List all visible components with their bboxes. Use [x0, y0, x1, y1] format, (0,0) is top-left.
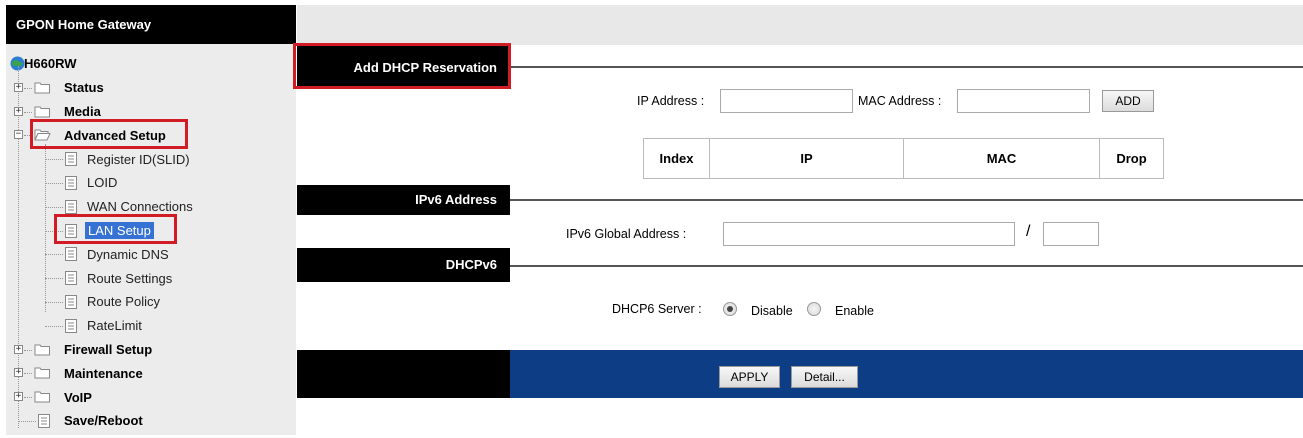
dhcp6-disable-label[interactable]: Disable [751, 304, 793, 318]
footer-bar [510, 350, 1303, 398]
add-dhcp-divider [510, 66, 1303, 68]
tree-connector [45, 254, 63, 256]
dhcp6-enable-radio[interactable] [807, 302, 821, 316]
mac-address-label: MAC Address : [858, 94, 942, 108]
footer-left [297, 350, 510, 398]
folder-icon [34, 367, 51, 379]
lan-setup-highlight [54, 214, 177, 244]
page-icon [38, 413, 50, 428]
folder-icon [34, 106, 51, 118]
sidebar-item-voip[interactable]: + VoIP [6, 385, 296, 409]
sidebar-item-label: Maintenance [64, 365, 143, 381]
advanced-setup-highlight [30, 119, 188, 149]
dhcpv6-section-title: DHCPv6 [297, 248, 510, 282]
sidebar-item-loid[interactable]: LOID [6, 171, 296, 195]
page-icon [65, 247, 77, 262]
ipv6-global-input[interactable] [723, 222, 1015, 246]
tree-connector [24, 397, 32, 399]
sidebar-item-label: Save/Reboot [64, 413, 143, 429]
col-drop: Drop [1099, 138, 1164, 179]
ip-address-input[interactable] [720, 89, 853, 113]
sidebar-item-label: Dynamic DNS [87, 246, 169, 262]
tree-connector [45, 278, 63, 280]
folder-icon [34, 344, 51, 356]
expand-icon[interactable]: + [14, 392, 23, 402]
add-dhcp-highlight [293, 43, 511, 89]
sidebar-item-route-policy[interactable]: Route Policy [6, 290, 296, 314]
ipv6-global-label: IPv6 Global Address : [566, 227, 687, 241]
col-mac: MAC [903, 138, 1100, 179]
ipv6-prefix-separator: / [1026, 223, 1031, 240]
sidebar-item-label: WAN Connections [87, 199, 193, 215]
sidebar-item-label: Media [64, 103, 101, 119]
collapse-icon[interactable]: − [14, 130, 23, 140]
sidebar-item-maintenance[interactable]: + Maintenance [6, 361, 296, 385]
detail-button[interactable]: Detail... [791, 366, 858, 388]
sidebar-item-save-reboot[interactable]: Save/Reboot [6, 409, 296, 433]
sidebar-item-ratelimit[interactable]: RateLimit [6, 314, 296, 338]
top-bar [297, 5, 1303, 45]
folder-icon [34, 391, 51, 403]
page-icon [65, 294, 77, 309]
tree-connector [45, 206, 63, 208]
dhcp6-enable-label[interactable]: Enable [835, 304, 874, 318]
tree-connector [45, 301, 63, 303]
col-index: Index [643, 138, 710, 179]
expand-icon[interactable]: + [14, 106, 23, 116]
table-header-row: Index IP MAC Drop [643, 138, 1164, 179]
tree-connector [45, 182, 63, 184]
tree-connector [24, 373, 32, 375]
dhcp6-disable-radio[interactable] [723, 302, 737, 316]
tree-connector [24, 111, 32, 113]
tree-connector [45, 325, 63, 327]
ip-address-label: IP Address : [637, 94, 705, 108]
folder-icon [34, 82, 51, 94]
dhcp6-server-label: DHCP6 Server : [612, 302, 702, 316]
sidebar-item-route-settings[interactable]: Route Settings [6, 266, 296, 290]
ipv6-divider [510, 199, 1303, 201]
tree-connector [24, 87, 32, 89]
page-icon [65, 271, 77, 286]
expand-icon[interactable]: + [14, 344, 23, 354]
sidebar-header: GPON Home Gateway [6, 5, 296, 44]
apply-button[interactable]: APPLY [719, 366, 780, 388]
add-button[interactable]: ADD [1102, 90, 1154, 112]
expand-icon[interactable]: + [14, 82, 23, 92]
sidebar-item-dynamic-dns[interactable]: Dynamic DNS [6, 242, 296, 266]
device-root[interactable]: H660RW [6, 52, 296, 76]
page-icon [65, 199, 77, 214]
sidebar-item-label: LOID [87, 175, 118, 191]
sidebar-item-label: Route Policy [87, 294, 160, 310]
sidebar-item-label: Status [64, 80, 104, 96]
sidebar-item-label: Register ID(SLID) [87, 151, 190, 167]
col-ip: IP [709, 138, 904, 179]
expand-icon[interactable]: + [14, 368, 23, 378]
tree-connector [45, 159, 63, 161]
sidebar-item-label: VoIP [64, 389, 92, 405]
sidebar-item-firewall-setup[interactable]: + Firewall Setup [6, 338, 296, 362]
sidebar-item-label: Route Settings [87, 270, 173, 286]
tree-connector [18, 420, 36, 422]
page-icon [65, 152, 77, 167]
page-icon [65, 175, 77, 190]
sidebar-item-status[interactable]: + Status [6, 76, 296, 100]
page-icon [65, 318, 77, 333]
device-name: H660RW [24, 56, 77, 72]
sidebar-item-register-id-slid[interactable]: Register ID(SLID) [6, 147, 296, 171]
mac-address-input[interactable] [957, 89, 1090, 113]
tree-connector [24, 349, 32, 351]
dhcpv6-divider [510, 265, 1303, 267]
sidebar-item-label: RateLimit [87, 318, 142, 334]
ipv6-prefix-input[interactable] [1043, 222, 1099, 246]
sidebar-item-label: Firewall Setup [64, 341, 153, 357]
ipv6-section-title: IPv6 Address [297, 185, 510, 215]
dhcp-reservation-table: Index IP MAC Drop [643, 138, 1164, 179]
